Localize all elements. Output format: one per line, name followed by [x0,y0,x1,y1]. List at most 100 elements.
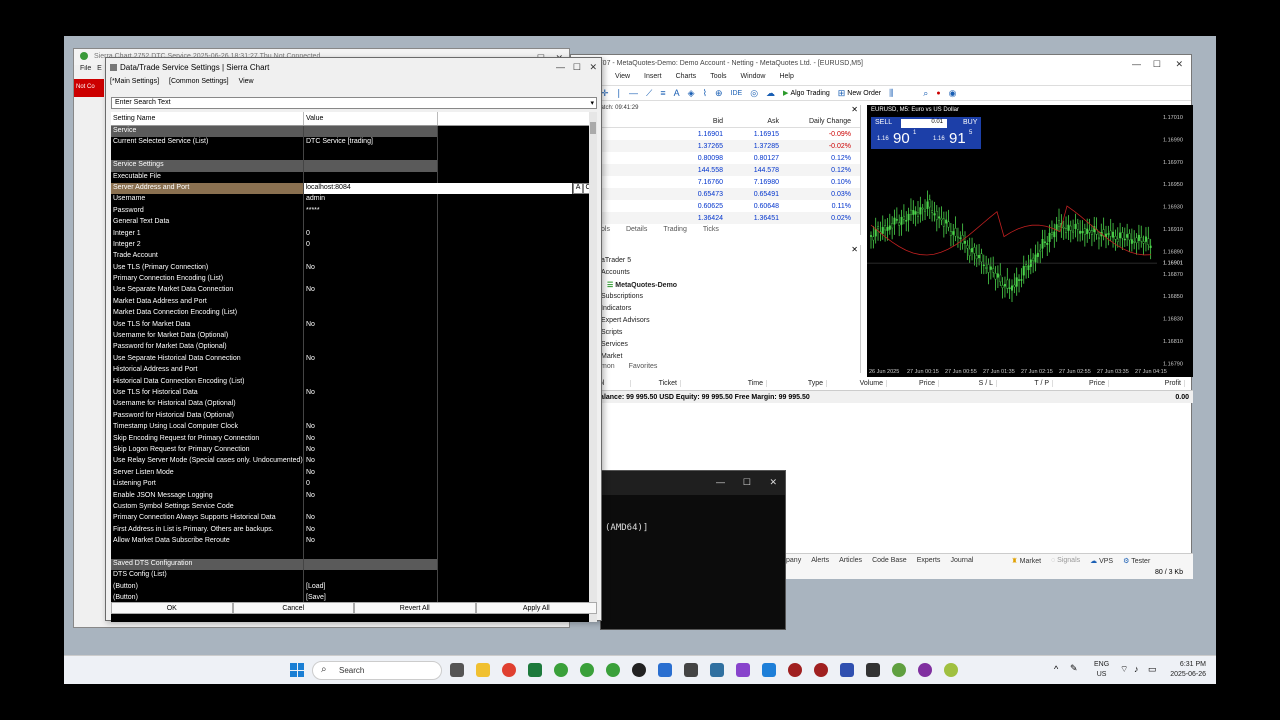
trendline-icon[interactable]: ⟋ [646,88,652,99]
clock[interactable]: 6:31 PM 2025-06-26 [1170,660,1206,680]
setting-row[interactable]: Username for Historical Data (Optional) [111,399,593,411]
start-icon[interactable] [290,663,304,677]
setting-row[interactable]: Enable JSON Message Logging No [111,490,593,502]
setting-row[interactable]: Allow Market Data Subscribe Reroute No [111,536,593,548]
price-chart[interactable]: EURUSD, M5: Euro vs US Dollar SELL 0.01 … [867,105,1193,377]
setting-row[interactable]: Timestamp Using Local Computer Clock No [111,422,593,434]
tab-code-base[interactable]: Code Base [872,557,907,565]
minimize-icon[interactable]: — [556,62,565,72]
scrollbar-thumb[interactable] [590,122,596,134]
market-watch-row[interactable]: CNH7.167607.169800.10% [571,176,860,188]
trade-col-header[interactable]: S / L [939,380,997,387]
app-icon-2[interactable] [788,663,802,677]
vscode-icon[interactable] [762,663,776,677]
setting-row[interactable]: Server Address and Port localhost:8084 A C [111,182,593,195]
setting-row[interactable]: Skip Logon Request for Primary Connectio… [111,444,593,457]
tab-alerts[interactable]: Alerts [811,557,829,565]
setting-row[interactable] [111,547,593,559]
sierra-chart-icon[interactable] [554,663,568,677]
menu-help[interactable]: Help [779,73,793,85]
market-watch-row[interactable]: CAD1.364241.364510.02% [571,212,860,224]
github-icon[interactable] [632,663,646,677]
setting-row[interactable]: (Button) [Load] [111,581,593,594]
algo-trading-button[interactable]: ▶ Algo Trading [783,89,830,98]
file-explorer-icon[interactable] [476,663,490,677]
shapes-icon[interactable]: ◈ [688,88,695,99]
setting-row[interactable]: Password for Historical Data (Optional) [111,410,593,423]
apply-all-button[interactable]: Apply All [475,602,597,614]
maximize-icon[interactable]: ☐ [1153,59,1161,70]
vps-button[interactable]: ☁ VPS [1090,557,1113,565]
community-icon[interactable]: ◉ [949,88,957,99]
app-icon-6[interactable] [918,663,932,677]
battery-icon[interactable]: ▭ [1148,664,1157,675]
menu-view[interactable]: View [615,73,630,85]
metatrader-icon[interactable] [658,663,672,677]
app-icon-7[interactable] [944,663,958,677]
setting-row[interactable]: Use Separate Market Data Connection No [111,285,593,297]
setting-row[interactable]: Use TLS for Historical Data No [111,387,593,400]
close-icon[interactable]: ✕ [851,105,858,114]
setting-row[interactable]: Current Selected Service (List) DTC Servi… [111,137,593,149]
tab-common-settings[interactable]: [Common Settings] [169,78,229,90]
chevron-up-icon[interactable]: ^ [1054,664,1058,674]
text-icon[interactable]: A [674,88,680,98]
market-watch-row[interactable]: JSD0.654730.654910.03% [571,188,860,200]
setting-row[interactable]: First Address in List is Primary. Others… [111,524,593,537]
close-icon[interactable]: ✕ [851,245,858,254]
setting-row[interactable]: DTS Config (List) [111,570,593,582]
scrollbar[interactable] [589,112,597,622]
ide-icon[interactable]: IDE [731,90,743,97]
tab-view[interactable]: View [239,78,254,90]
tab-journal[interactable]: Journal [950,557,973,565]
nav-item-services[interactable]: Services [571,341,860,353]
market-watch-row[interactable]: CHF0.800980.801270.12% [571,152,860,164]
revert-all-button[interactable]: Revert All [354,602,476,614]
market-watch-row[interactable]: JSD0.606250.606480.11% [571,200,860,212]
trade-col-header[interactable]: Type [767,380,827,387]
visual-studio-icon[interactable] [736,663,750,677]
nav-item-scripts[interactable]: Scripts [571,329,860,341]
trade-col-header[interactable]: Time [681,380,767,387]
tab-trading[interactable]: Trading [663,226,686,233]
setting-row[interactable]: Password for Market Data (Optional) [111,342,593,354]
minimize-icon[interactable]: — [716,477,725,487]
cmd-icon[interactable] [866,663,880,677]
nav-item-accounts[interactable]: Accounts [571,269,860,281]
market-watch-row[interactable]: PY144.558144.5780.12% [571,164,860,176]
tab-main-settings[interactable]: [*Main Settings] [110,78,159,90]
ok-button[interactable]: OK [111,602,233,614]
setting-row[interactable]: Use TLS for Market Data No [111,319,593,332]
tab-articles[interactable]: Articles [839,557,862,565]
setting-row[interactable]: Password ***** [111,205,593,218]
nav-item-indicators[interactable]: Indicators [571,305,860,317]
vertical-line-icon[interactable]: ∣ [617,88,622,99]
tab-experts[interactable]: Experts [917,557,941,565]
app-icon-4[interactable] [840,663,854,677]
nav-item-metaquotes-demo[interactable]: ☰ MetaQuotes-Demo [571,281,860,293]
vps-icon[interactable]: ☁ [766,88,775,99]
close-icon[interactable]: ✕ [589,62,597,73]
excel-icon[interactable] [528,663,542,677]
setting-row[interactable]: Server Listen Mode No [111,467,593,480]
setting-row[interactable]: Primary Connection Encoding (List) [111,274,593,286]
trade-col-header[interactable]: Profit [1109,380,1185,387]
tab-favorites[interactable]: Favorites [629,363,658,370]
chevron-down-icon[interactable]: ▾ [590,99,594,107]
section-header[interactable]: Service Settings [111,160,593,172]
setting-row[interactable]: Use Relay Server Mode (Special cases onl… [111,456,593,468]
app-icon[interactable] [710,663,724,677]
minimize-icon[interactable]: — [1132,59,1141,69]
volume-icon[interactable]: ♪ [1134,664,1139,674]
tab-common[interactable]: mon [601,363,615,370]
signals-icon[interactable]: ◎ [750,88,758,99]
edit-button-a[interactable]: A [573,182,584,195]
setting-row[interactable]: Historical Address and Port [111,365,593,377]
chrome-icon[interactable] [502,663,516,677]
setting-row[interactable]: Use TLS (Primary Connection) No [111,262,593,275]
wifi-icon[interactable]: ⌔ [1120,664,1128,675]
setting-row[interactable]: Integer 20 [111,239,593,252]
taskbar-search[interactable]: ⌕ Search [312,661,442,680]
close-icon[interactable]: ✕ [1175,59,1183,70]
tab-ticks[interactable]: Ticks [703,226,719,233]
